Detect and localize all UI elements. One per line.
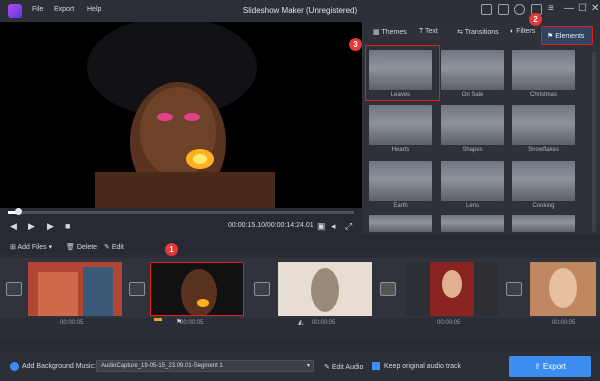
tab-transitions-label: Transitions xyxy=(464,29,499,36)
element-thumbnail[interactable] xyxy=(441,215,504,232)
annotation-badge-2: 2 xyxy=(529,13,542,26)
transition-slot-icon[interactable] xyxy=(254,282,270,296)
clip-1-thumbnail xyxy=(28,262,122,316)
element-thumbnail[interactable] xyxy=(441,161,504,201)
clip-3[interactable] xyxy=(278,262,372,316)
element-label: Shapes xyxy=(462,147,483,153)
snapshot-icon[interactable]: ▣ xyxy=(317,221,326,232)
annotation-badge-1: 1 xyxy=(165,243,178,256)
next-icon[interactable]: ▶ xyxy=(28,221,35,232)
element-thumbnail[interactable] xyxy=(369,215,432,232)
tab-elements-label: Elements xyxy=(555,33,585,40)
edit-label: Edit xyxy=(111,244,124,251)
element-label: Christmas xyxy=(529,92,557,98)
maximize-icon[interactable]: ☐ xyxy=(578,3,587,14)
element-marker-icon xyxy=(154,318,162,321)
clip-5[interactable] xyxy=(530,262,596,316)
tab-themes[interactable]: ▦ Themes xyxy=(373,28,407,36)
audio-file-value: AudioCapture_19-05-15_23.09.01-Segment 1 xyxy=(101,363,223,369)
tab-transitions[interactable]: ⇆ Transitions xyxy=(457,28,499,36)
tab-filters[interactable]: ◐ Filters xyxy=(510,28,535,35)
transition-slot-icon[interactable] xyxy=(506,282,522,296)
edit-audio-button[interactable]: ✎ Edit Audio xyxy=(324,363,363,371)
clip-duration: 00:00:05 xyxy=(180,320,204,326)
clip-4[interactable] xyxy=(405,262,499,316)
video-preview[interactable] xyxy=(0,22,362,208)
keep-audio-label: Keep original audio track xyxy=(384,363,462,370)
element-thumbnail[interactable] xyxy=(512,50,575,90)
window-title: Slideshow Maker (Unregistered) xyxy=(242,6,358,15)
clip-3-thumbnail xyxy=(278,262,372,316)
previous-icon[interactable]: ◀ xyxy=(10,221,17,232)
clip-1[interactable] xyxy=(28,262,122,316)
save-icon[interactable] xyxy=(481,4,492,15)
menu-icon[interactable]: ≡ xyxy=(548,3,554,14)
add-files-button[interactable]: ⊞ Add Files ▾ xyxy=(10,243,52,251)
chevron-down-icon: ▾ xyxy=(306,363,310,369)
seek-handle[interactable] xyxy=(15,208,23,215)
preview-image xyxy=(0,22,362,208)
close-icon[interactable]: ✕ xyxy=(591,3,599,14)
clip-duration: 00:00:05 xyxy=(552,320,576,326)
export-label: Export xyxy=(542,362,567,371)
keep-audio-checkbox[interactable] xyxy=(372,362,380,370)
clip-duration: 00:00:05 xyxy=(312,320,336,326)
element-thumbnail[interactable] xyxy=(512,161,575,201)
key-icon[interactable] xyxy=(514,4,525,15)
clip-2-thumbnail xyxy=(151,263,243,315)
tab-filters-label: Filters xyxy=(516,28,536,35)
clip-5-thumbnail xyxy=(530,262,596,316)
clip-duration: 00:00:05 xyxy=(437,320,461,326)
element-thumbnail[interactable] xyxy=(369,161,432,201)
add-files-label: Add Files xyxy=(17,244,47,251)
audio-file-select[interactable]: AudioCapture_19-05-15_23.09.01-Segment 1… xyxy=(96,360,314,372)
selected-element-highlight xyxy=(365,45,440,101)
element-label: Hearts xyxy=(391,147,410,153)
cart-icon[interactable] xyxy=(498,4,509,15)
minimize-icon[interactable]: — xyxy=(564,3,574,14)
element-thumbnail[interactable] xyxy=(441,50,504,90)
delete-button[interactable]: 🗑 Delete xyxy=(66,243,97,251)
annotation-badge-3: 3 xyxy=(349,38,362,51)
play-icon[interactable]: ▶ xyxy=(47,221,54,232)
tab-text-label: Text xyxy=(424,28,438,35)
clip-duration: 00:00:05 xyxy=(60,320,84,326)
background-music-label: Add Background Music: xyxy=(22,363,96,370)
element-label: On Sale xyxy=(461,92,484,98)
film-transition-icon[interactable] xyxy=(380,282,396,296)
export-button[interactable]: ⇪ Export xyxy=(509,356,591,377)
tab-text[interactable]: T Text xyxy=(419,28,438,35)
elements-scrollbar[interactable] xyxy=(592,52,596,232)
timecode: 00:00:15.10/00:00:14:24.01 xyxy=(228,222,314,229)
tab-elements-label-wrap: ⚑ Elements xyxy=(547,33,585,40)
element-thumbnail[interactable] xyxy=(369,105,432,145)
transition-slot-icon[interactable] xyxy=(6,282,22,296)
element-thumbnail[interactable] xyxy=(441,105,504,145)
fullscreen-icon[interactable]: ⤢ xyxy=(345,221,352,232)
element-label: Earth xyxy=(393,203,408,209)
element-thumbnail[interactable] xyxy=(512,215,575,232)
tab-themes-label: Themes xyxy=(381,29,407,36)
volume-icon[interactable]: ◂ xyxy=(331,221,336,232)
element-label: Lens xyxy=(465,203,479,209)
seek-bar[interactable] xyxy=(8,208,354,215)
transition-slot-icon[interactable] xyxy=(129,282,145,296)
element-label: Cooking xyxy=(532,203,555,209)
element-label: Snowflakes xyxy=(528,147,559,153)
clip-4-thumbnail xyxy=(405,262,499,316)
edit-button[interactable]: ✎ Edit xyxy=(104,243,124,251)
stop-icon[interactable]: ■ xyxy=(65,221,70,231)
clip-2-selected[interactable] xyxy=(150,262,244,316)
element-thumbnail[interactable] xyxy=(512,105,575,145)
edit-audio-label: Edit Audio xyxy=(331,364,364,371)
filter-applied-icon: ◭ xyxy=(298,319,304,326)
add-music-icon[interactable] xyxy=(10,362,19,371)
delete-label: Delete xyxy=(76,244,98,251)
element-applied-icon: ⚑ xyxy=(176,319,183,326)
